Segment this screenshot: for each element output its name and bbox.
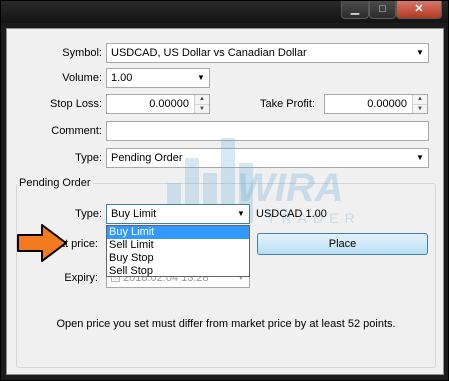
price-distance-message: Open price you set must differ from mark… — [56, 318, 396, 330]
symbol-value: USDCAD, US Dollar vs Canadian Dollar — [111, 47, 307, 59]
type-option-buy-limit[interactable]: Buy Limit — [107, 226, 249, 239]
spin-up-icon[interactable]: ▲ — [195, 95, 209, 104]
symbol-label: Symbol: — [62, 47, 102, 59]
title-bar: ▁ □ ✕ — [1, 1, 448, 23]
volume-value: 1.00 — [111, 72, 133, 84]
order-type-value: Pending Order — [111, 152, 183, 164]
take-profit-field[interactable]: 0.00000 ▲ ▼ — [324, 94, 428, 114]
maximize-button[interactable]: □ — [369, 1, 396, 19]
comment-label: Comment: — [51, 125, 102, 137]
type-label: Type: — [75, 152, 102, 164]
pending-type-dropdown-list: Buy Limit Sell Limit Buy Stop Sell Stop — [106, 225, 250, 277]
pending-type-value: Buy Limit — [111, 208, 157, 220]
type-option-sell-limit[interactable]: Sell Limit — [107, 239, 249, 252]
pending-type-select[interactable]: Buy Limit ▼ — [106, 204, 250, 224]
stop-loss-value: 0.00000 — [149, 98, 189, 110]
chevron-down-icon: ▼ — [237, 209, 245, 218]
stop-loss-label: Stop Loss: — [50, 98, 102, 110]
spin-down-icon[interactable]: ▼ — [195, 104, 209, 113]
order-type-select[interactable]: Pending Order ▼ — [106, 148, 429, 168]
chevron-down-icon: ▼ — [197, 73, 205, 82]
comment-input[interactable] — [106, 121, 429, 141]
stop-loss-spinner[interactable]: ▲ ▼ — [194, 95, 209, 113]
close-button[interactable]: ✕ — [396, 1, 442, 19]
type-option-buy-stop[interactable]: Buy Stop — [107, 252, 249, 265]
pending-type-label: Type: — [75, 208, 102, 220]
stop-loss-field[interactable]: 0.00000 ▲ ▼ — [106, 94, 210, 114]
chevron-down-icon: ▼ — [416, 48, 424, 57]
orange-arrow-icon — [17, 224, 67, 262]
close-icon: ✕ — [414, 3, 424, 15]
maximize-icon: □ — [379, 3, 386, 15]
spin-down-icon[interactable]: ▼ — [413, 104, 427, 113]
volume-label: Volume: — [62, 72, 102, 84]
take-profit-value: 0.00000 — [367, 98, 407, 110]
minimize-icon: ▁ — [350, 3, 360, 15]
expiry-label: Expiry: — [64, 272, 98, 284]
spin-up-icon[interactable]: ▲ — [413, 95, 427, 104]
order-window: ▁ □ ✕ Symbol: USDCAD, US Dollar vs Canad… — [0, 0, 449, 381]
pending-order-group-title: Pending Order — [17, 177, 93, 189]
place-button[interactable]: Place — [257, 233, 428, 255]
volume-select[interactable]: 1.00 ▼ — [106, 68, 210, 88]
take-profit-label: Take Profit: — [259, 98, 315, 110]
symbol-volume-text: USDCAD 1.00 — [256, 208, 327, 220]
chevron-down-icon: ▼ — [416, 153, 424, 162]
take-profit-spinner[interactable]: ▲ ▼ — [412, 95, 427, 113]
minimize-button[interactable]: ▁ — [341, 1, 369, 19]
type-option-sell-stop[interactable]: Sell Stop — [107, 265, 249, 278]
dialog-client-area: Symbol: USDCAD, US Dollar vs Canadian Do… — [6, 28, 444, 375]
symbol-select[interactable]: USDCAD, US Dollar vs Canadian Dollar ▼ — [106, 43, 429, 63]
